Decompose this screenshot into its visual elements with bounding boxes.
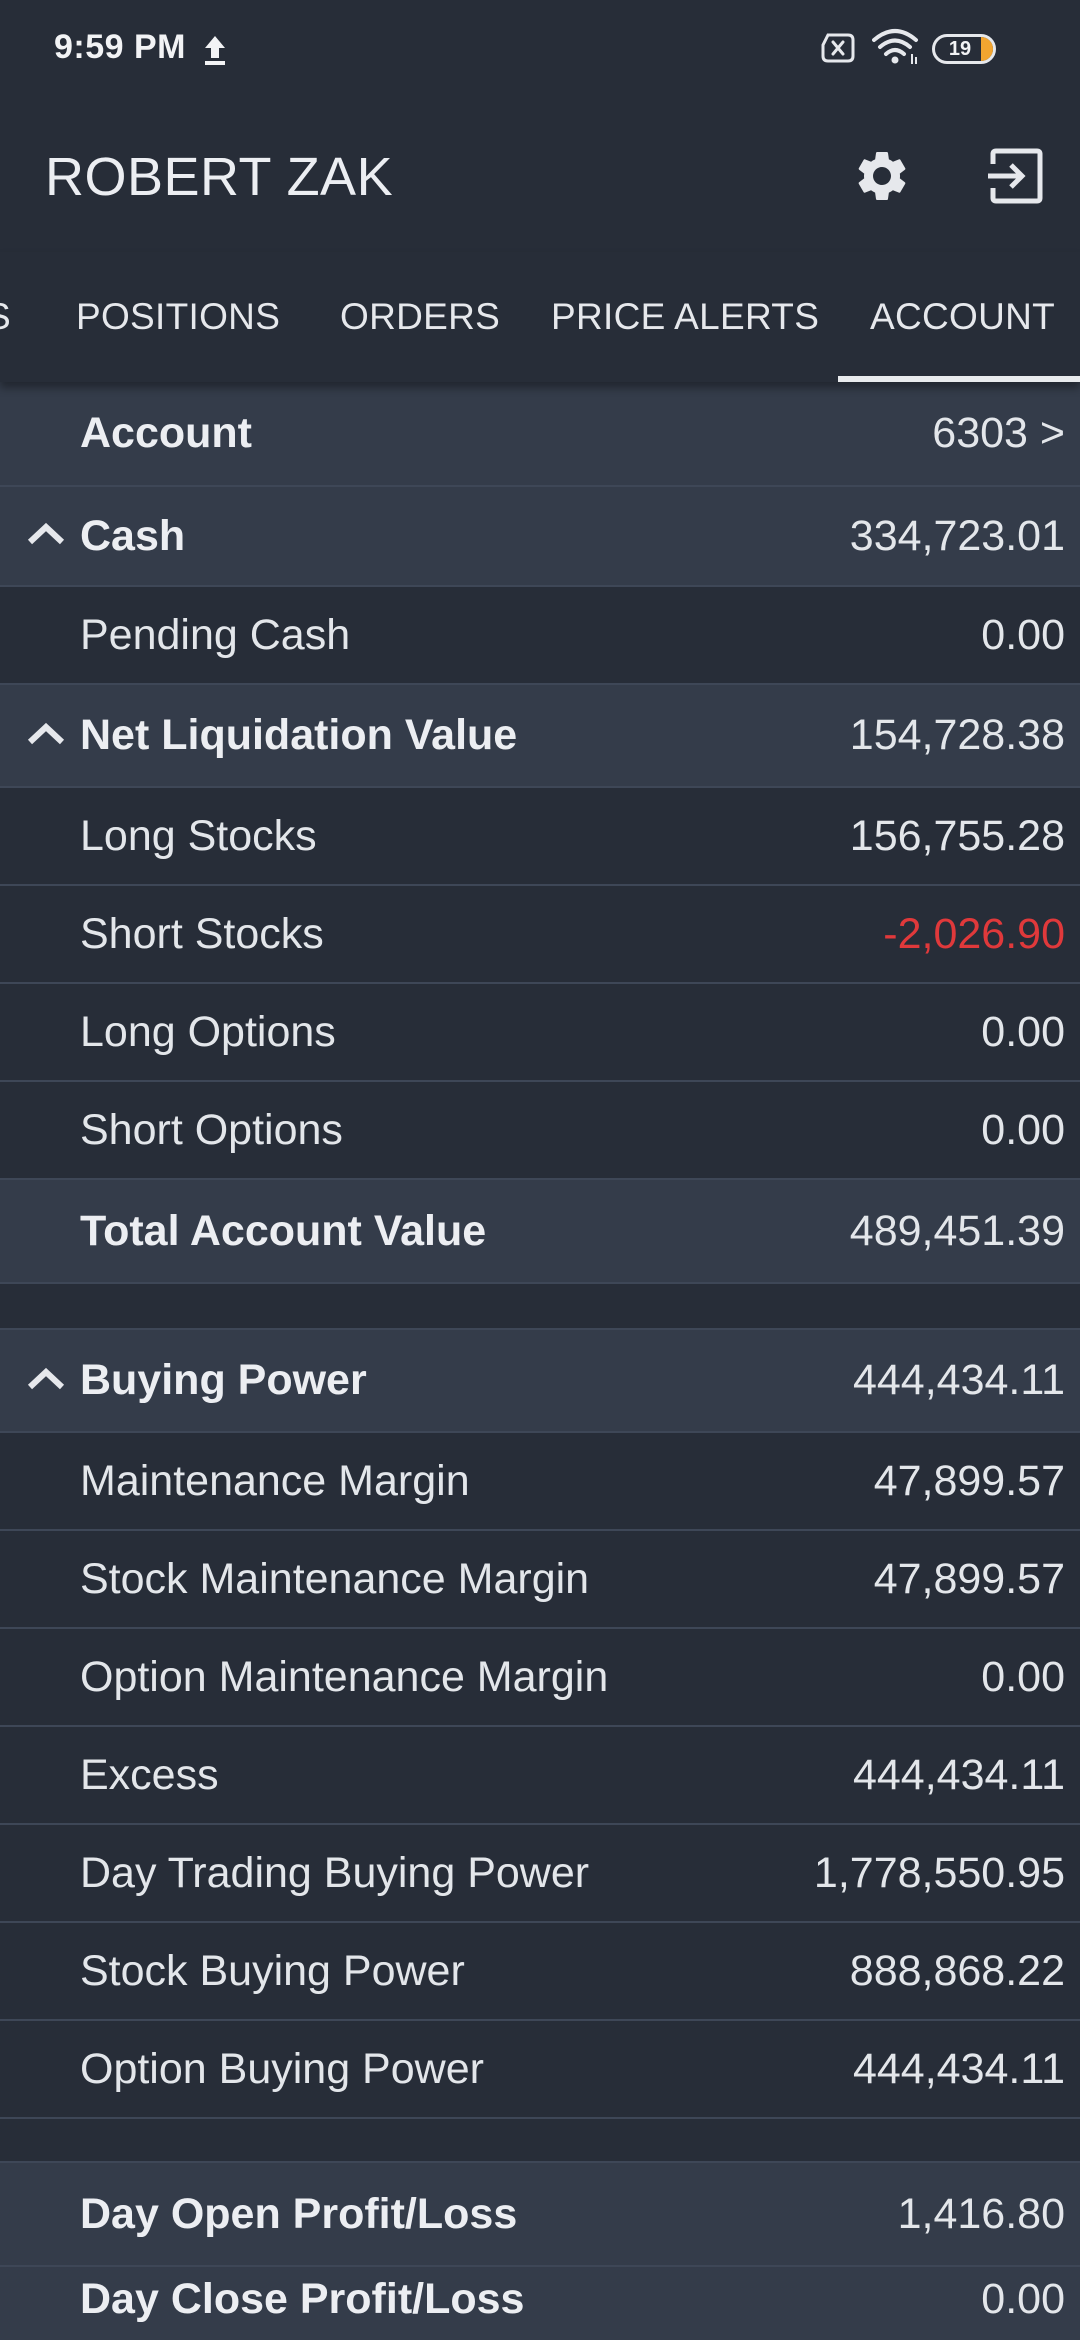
stock-maintenance-margin-row: Stock Maintenance Margin 47,899.57 — [0, 1531, 1080, 1629]
cash-value: 334,723.01 — [849, 511, 1065, 560]
status-bar: 9:59 PM 19 — [0, 0, 1080, 98]
buying-power-label: Buying Power — [80, 1356, 367, 1404]
option-maintenance-margin-label: Option Maintenance Margin — [80, 1652, 609, 1701]
stock-buying-power-row: Stock Buying Power 888,868.22 — [0, 1923, 1080, 2021]
active-tab-indicator — [838, 376, 1080, 382]
net-liquidation-value: 154,728.38 — [849, 711, 1065, 759]
excess-row: Excess 444,434.11 — [0, 1727, 1080, 1825]
maintenance-margin-value: 47,899.57 — [873, 1456, 1065, 1505]
total-account-value-row: Total Account Value 489,451.39 — [0, 1180, 1080, 1284]
short-options-label: Short Options — [80, 1105, 343, 1154]
long-options-row: Long Options 0.00 — [0, 984, 1080, 1082]
settings-button[interactable] — [844, 138, 920, 214]
net-liquidation-row[interactable]: Net Liquidation Value 154,728.38 — [0, 685, 1080, 788]
net-liquidation-label: Net Liquidation Value — [80, 711, 518, 759]
stock-buying-power-value: 888,868.22 — [849, 1946, 1065, 1995]
day-close-pl-label: Day Close Profit/Loss — [80, 2275, 525, 2323]
long-options-value: 0.00 — [981, 1007, 1065, 1056]
short-stocks-label: Short Stocks — [80, 909, 324, 958]
long-options-label: Long Options — [80, 1007, 336, 1056]
option-buying-power-row: Option Buying Power 444,434.11 — [0, 2021, 1080, 2119]
stock-maintenance-margin-label: Stock Maintenance Margin — [80, 1554, 590, 1603]
total-account-value-label: Total Account Value — [80, 1206, 487, 1255]
tab-bar: S POSITIONS ORDERS PRICE ALERTS ACCOUNT — [0, 252, 1080, 382]
account-value[interactable]: 6303 > — [932, 382, 1065, 485]
day-open-pl-row: Day Open Profit/Loss 1,416.80 — [0, 2163, 1080, 2267]
day-open-pl-label: Day Open Profit/Loss — [80, 2189, 518, 2238]
day-open-pl-value: 1,416.80 — [897, 2189, 1065, 2238]
gear-icon — [858, 152, 906, 200]
chevron-up-icon[interactable] — [26, 1367, 66, 1391]
battery-level-text: 19 — [948, 38, 972, 60]
account-details-list: Account 6303 > Cash 334,723.01 Pending C… — [0, 382, 1080, 2340]
page-title: ROBERT ZAK — [45, 147, 394, 207]
cash-label: Cash — [80, 511, 186, 560]
stock-buying-power-label: Stock Buying Power — [80, 1946, 465, 1995]
cash-row[interactable]: Cash 334,723.01 — [0, 487, 1080, 587]
short-options-row: Short Options 0.00 — [0, 1082, 1080, 1180]
account-row[interactable]: Account 6303 > — [0, 382, 1080, 487]
short-options-value: 0.00 — [981, 1105, 1065, 1154]
pending-cash-value: 0.00 — [981, 610, 1065, 659]
app-screen: 9:59 PM 19 ROBERT ZAK POSITIONS ORDERS P… — [0, 0, 1080, 2340]
excess-value: 444,434.11 — [852, 1750, 1065, 1799]
tab-positions[interactable]: POSITIONS — [76, 252, 280, 382]
battery-icon: 19 — [932, 34, 996, 64]
status-icons: 19 — [820, 28, 1080, 72]
tab-price-alerts[interactable]: PRICE ALERTS — [551, 252, 819, 382]
option-buying-power-value: 444,434.11 — [852, 2044, 1065, 2093]
buying-power-value: 444,434.11 — [852, 1356, 1065, 1404]
section-spacer — [0, 1284, 1080, 1330]
account-label: Account — [80, 409, 252, 457]
app-header: ROBERT ZAK — [0, 98, 1080, 252]
status-time: 9:59 PM — [54, 28, 186, 66]
long-stocks-label: Long Stocks — [80, 811, 317, 860]
stock-maintenance-margin-value: 47,899.57 — [873, 1554, 1065, 1603]
day-trading-buying-power-label: Day Trading Buying Power — [80, 1848, 590, 1897]
tab-orders[interactable]: ORDERS — [340, 252, 500, 382]
day-close-pl-value: 0.00 — [981, 2275, 1065, 2323]
logout-icon — [988, 148, 1043, 204]
tab-account[interactable]: ACCOUNT — [870, 252, 1055, 382]
short-stocks-value: -2,026.90 — [883, 909, 1065, 958]
short-stocks-row: Short Stocks -2,026.90 — [0, 886, 1080, 984]
maintenance-margin-row: Maintenance Margin 47,899.57 — [0, 1433, 1080, 1531]
sim-off-icon — [820, 32, 856, 64]
option-maintenance-margin-value: 0.00 — [981, 1652, 1065, 1701]
pending-cash-row: Pending Cash 0.00 — [0, 587, 1080, 685]
day-trading-buying-power-row: Day Trading Buying Power 1,778,550.95 — [0, 1825, 1080, 1923]
option-maintenance-margin-row: Option Maintenance Margin 0.00 — [0, 1629, 1080, 1727]
tab-partial[interactable]: S — [0, 252, 11, 382]
total-account-value-value: 489,451.39 — [849, 1206, 1065, 1255]
excess-label: Excess — [80, 1750, 219, 1799]
buying-power-row[interactable]: Buying Power 444,434.11 — [0, 1330, 1080, 1433]
maintenance-margin-label: Maintenance Margin — [80, 1456, 470, 1505]
pending-cash-label: Pending Cash — [80, 610, 351, 659]
long-stocks-row: Long Stocks 156,755.28 — [0, 788, 1080, 886]
long-stocks-value: 156,755.28 — [849, 811, 1065, 860]
upload-icon — [200, 32, 230, 68]
chevron-up-icon[interactable] — [26, 722, 66, 746]
day-close-pl-row: Day Close Profit/Loss 0.00 — [0, 2267, 1080, 2340]
chevron-up-icon[interactable] — [26, 522, 66, 546]
logout-button[interactable] — [976, 138, 1052, 214]
wifi-icon — [872, 28, 922, 66]
section-spacer — [0, 2119, 1080, 2163]
option-buying-power-label: Option Buying Power — [80, 2044, 484, 2093]
day-trading-buying-power-value: 1,778,550.95 — [813, 1848, 1065, 1897]
